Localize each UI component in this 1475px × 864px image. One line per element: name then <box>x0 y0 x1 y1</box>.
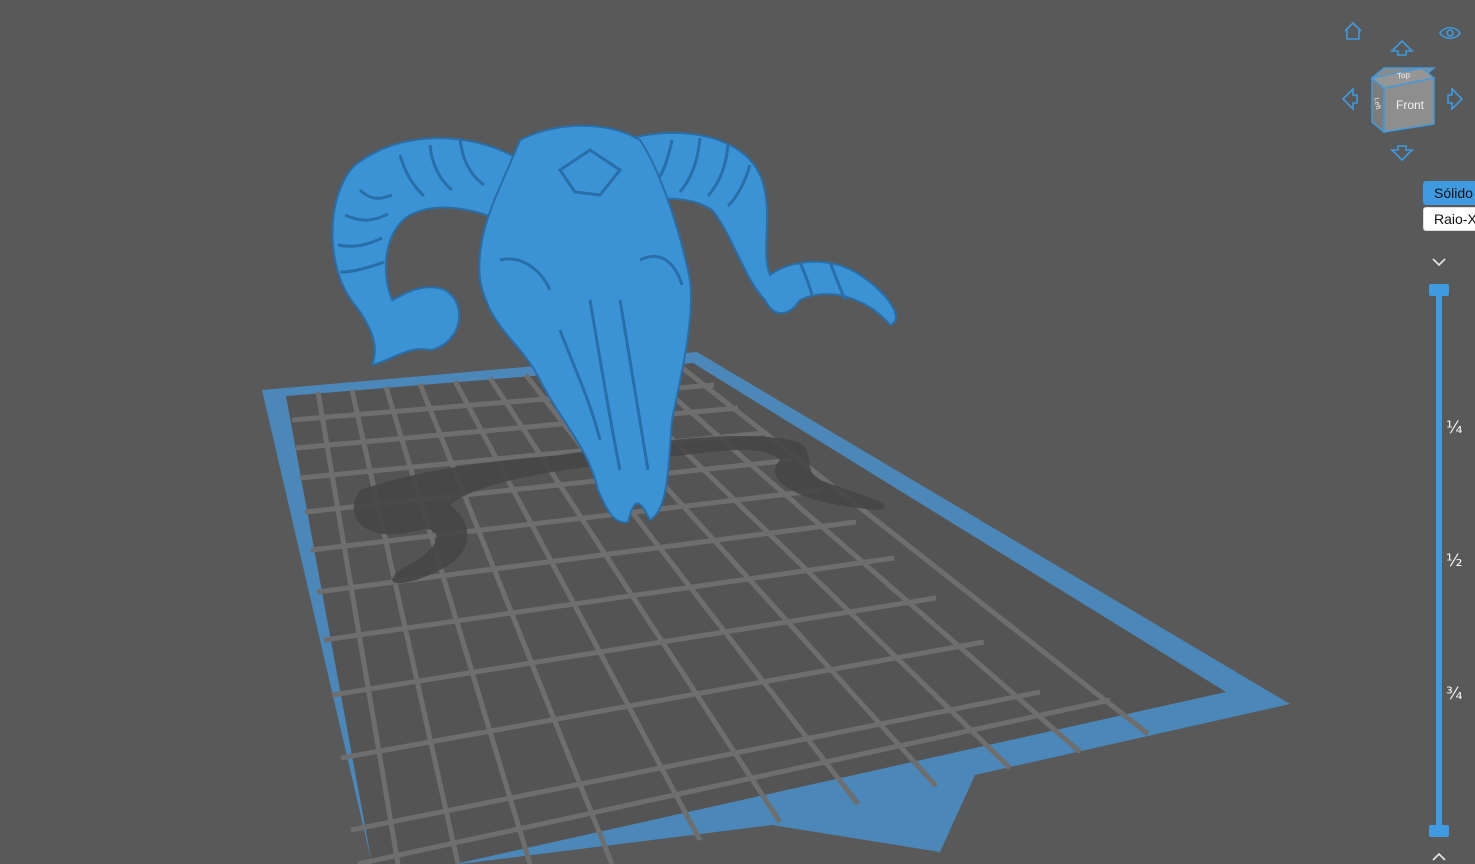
rotate-left-button[interactable] <box>1337 86 1363 112</box>
rotate-up-button[interactable] <box>1389 35 1415 61</box>
view-cube[interactable]: Front Top Left <box>1366 64 1442 136</box>
layer-slider-top-handle[interactable] <box>1429 284 1449 296</box>
slider-tick-half: ½ <box>1446 551 1463 571</box>
arrow-right-icon <box>1447 87 1464 111</box>
eye-icon <box>1439 26 1461 40</box>
arrow-left-icon <box>1341 87 1358 111</box>
slider-expand-button[interactable] <box>1430 850 1448 864</box>
arrow-down-icon <box>1390 145 1414 162</box>
home-view-button[interactable] <box>1340 18 1366 44</box>
layer-slider-track[interactable] <box>1436 290 1442 832</box>
chevron-up-icon <box>1432 852 1446 861</box>
visibility-toggle-button[interactable] <box>1437 20 1463 46</box>
scene-canvas[interactable] <box>0 0 1475 864</box>
chevron-down-icon <box>1432 258 1446 267</box>
xray-mode-button[interactable]: Raio-X <box>1423 207 1475 231</box>
arrow-up-icon <box>1390 39 1414 56</box>
slider-tick-three-quarters: ¾ <box>1446 684 1463 704</box>
rotate-right-button[interactable] <box>1442 86 1468 112</box>
rotate-down-button[interactable] <box>1389 140 1415 166</box>
home-icon <box>1344 21 1362 40</box>
solid-mode-button[interactable]: Sólido <box>1423 181 1475 205</box>
layer-slider-bottom-handle[interactable] <box>1429 825 1449 837</box>
slider-tick-quarter: ¼ <box>1446 418 1463 438</box>
view-cube-shape <box>1369 67 1437 134</box>
slider-collapse-button[interactable] <box>1430 255 1448 269</box>
3d-viewport[interactable]: Front Top Left Sólido Raio-X ¼ ½ ¾ <box>0 0 1475 864</box>
